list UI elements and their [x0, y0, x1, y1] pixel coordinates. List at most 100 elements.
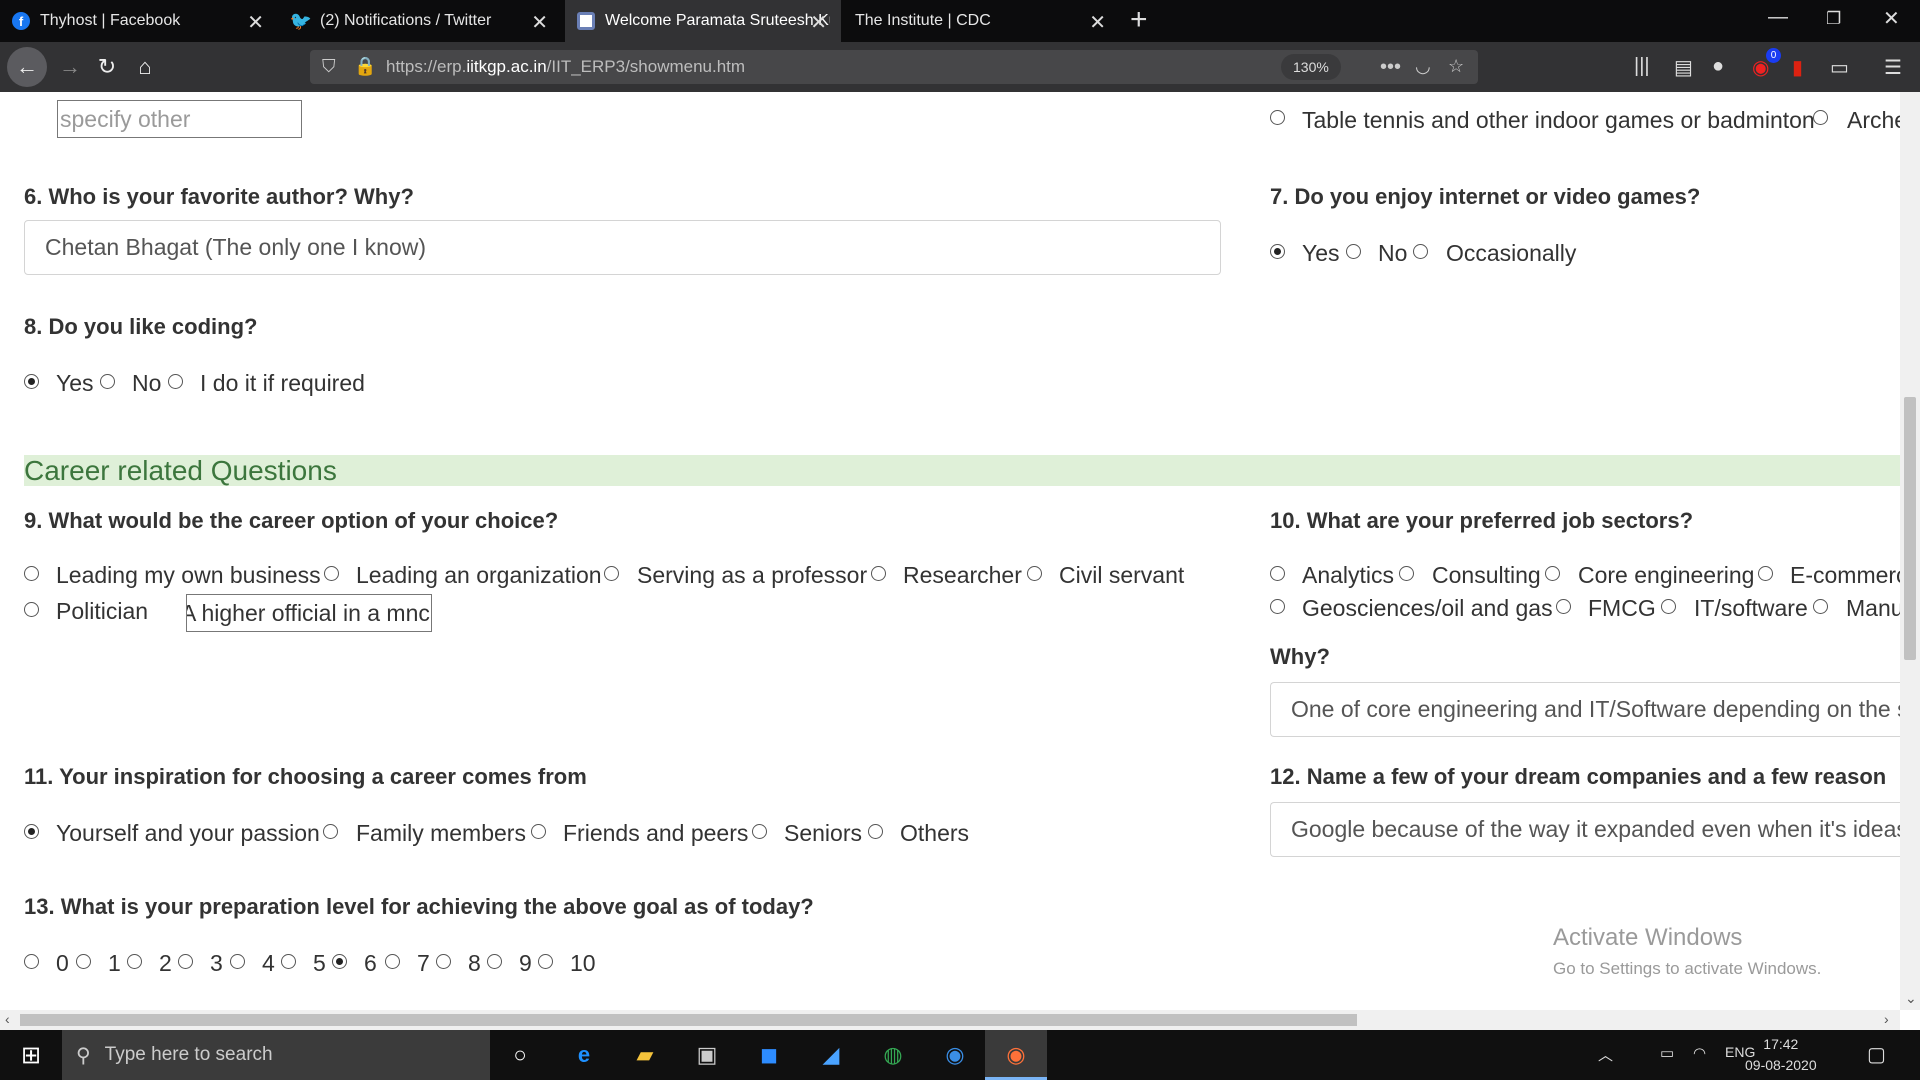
horizontal-scroll-thumb[interactable] [20, 1014, 1357, 1026]
option-label: 2 [159, 950, 172, 976]
radio-q10-manufacturing[interactable] [1813, 599, 1828, 614]
file-explorer-icon[interactable]: ▰ [630, 1040, 660, 1070]
option-label: Table tennis and other indoor games or b… [1302, 107, 1815, 133]
radio-q13-1[interactable] [76, 954, 91, 969]
radio-q10-analytics[interactable] [1270, 566, 1285, 581]
new-tab-icon[interactable]: + [1130, 3, 1148, 37]
taskbar-search[interactable]: ⚲ Type here to search [62, 1030, 490, 1080]
radio-q11-friends[interactable] [531, 824, 546, 839]
close-tab-icon[interactable]: ✕ [247, 10, 264, 35]
wifi-icon[interactable]: ◠ [1693, 1044, 1706, 1062]
radio-q10-fmcg[interactable] [1556, 599, 1571, 614]
horizontal-scrollbar[interactable]: ‹ › [0, 1010, 1900, 1030]
radio-q7-occasionally[interactable] [1413, 244, 1428, 259]
radio-q13-5[interactable] [281, 954, 296, 969]
radio-q13-7[interactable] [385, 954, 400, 969]
scroll-right-arrow-icon[interactable]: › [1884, 1011, 1889, 1027]
radio-sport-table-tennis[interactable] [1270, 110, 1285, 125]
close-tab-icon[interactable]: ✕ [810, 10, 827, 35]
dream-companies-input[interactable]: Google because of the way it expanded ev… [1270, 802, 1900, 857]
radio-q10-core-engineering[interactable] [1545, 566, 1560, 581]
terminal-icon[interactable]: ▣ [692, 1040, 722, 1070]
radio-q7-no[interactable] [1346, 244, 1361, 259]
career-other-input[interactable]: A higher official in a mnc [186, 594, 432, 632]
library-icon[interactable]: ||| [1634, 55, 1650, 78]
account-icon[interactable]: ● [1712, 55, 1724, 78]
clock[interactable]: 17:42 09-08-2020 [1745, 1034, 1817, 1076]
radio-q9-professor[interactable] [604, 566, 619, 581]
tray-chevron-icon[interactable]: ︿ [1598, 1044, 1613, 1065]
cortana-icon[interactable]: ○ [505, 1040, 535, 1070]
radio-q8-if-required[interactable] [168, 374, 183, 389]
minimize-icon[interactable]: — [1768, 6, 1788, 29]
tab-facebook[interactable]: f Thyhost | Facebook ✕ [0, 0, 278, 42]
zoom-level[interactable]: 130% [1281, 54, 1341, 80]
scroll-left-arrow-icon[interactable]: ‹ [5, 1011, 10, 1027]
radio-q9-politician[interactable] [24, 602, 39, 617]
radio-q8-no[interactable] [100, 374, 115, 389]
radio-q11-others[interactable] [868, 824, 883, 839]
radio-q13-10[interactable] [538, 954, 553, 969]
url-bar[interactable]: ⛉ 🔒 https://erp.iitkgp.ac.in/IIT_ERP3/sh… [310, 50, 1478, 84]
back-arrow-icon[interactable]: ← [7, 47, 47, 87]
action-center-icon[interactable]: ▢ [1867, 1042, 1886, 1067]
close-tab-icon[interactable]: ✕ [1089, 10, 1106, 35]
vertical-scroll-thumb[interactable] [1904, 397, 1916, 660]
home-icon[interactable]: ⌂ [128, 50, 162, 84]
notification-badge: 0 [1766, 48, 1781, 63]
radio-q11-family[interactable] [323, 824, 338, 839]
radio-q9-civil-servant[interactable] [1027, 566, 1042, 581]
question-11: 11. Your inspiration for choosing a care… [24, 764, 587, 789]
radio-q11-yourself[interactable] [24, 824, 39, 839]
tab-twitter[interactable]: 🐦 (2) Notifications / Twitter ✕ [280, 0, 562, 42]
radio-q10-geosciences[interactable] [1270, 599, 1285, 614]
tab-erp[interactable]: Welcome Paramata Sruteesh Ku ✕ [565, 0, 841, 42]
screenshot-icon[interactable]: ▭ [1830, 55, 1849, 80]
windows-start-icon[interactable]: ⊞ [16, 1040, 46, 1070]
job-sector-why-input[interactable]: One of core engineering and IT/Software … [1270, 682, 1900, 737]
firefox-dev-icon[interactable]: ◉ [940, 1040, 970, 1070]
radio-q13-8[interactable] [436, 954, 451, 969]
shield-icon[interactable]: ⛉ [322, 56, 336, 77]
radio-q10-ecommerce[interactable] [1758, 566, 1773, 581]
firefox-icon[interactable]: ◉ [1001, 1040, 1031, 1070]
radio-q13-9[interactable] [487, 954, 502, 969]
battery-icon[interactable]: ▭ [1660, 1044, 1674, 1062]
radio-q13-3[interactable] [178, 954, 193, 969]
chrome-icon[interactable]: ◍ [878, 1040, 908, 1070]
radio-q9-researcher[interactable] [871, 566, 886, 581]
vertical-scrollbar[interactable]: ⌄ [1900, 92, 1920, 1010]
reload-icon[interactable]: ↻ [90, 50, 124, 84]
specify-other-input[interactable]: specify other [57, 100, 302, 138]
edge-icon[interactable]: e [569, 1040, 599, 1070]
installer-icon[interactable]: ◢ [816, 1040, 846, 1070]
radio-q10-consulting[interactable] [1399, 566, 1414, 581]
close-tab-icon[interactable]: ✕ [531, 10, 548, 35]
radio-sport-archery[interactable] [1813, 110, 1828, 125]
radio-q11-seniors[interactable] [752, 824, 767, 839]
restore-icon[interactable]: ❐ [1826, 9, 1841, 29]
tab-cdc[interactable]: The Institute | CDC ✕ [843, 0, 1120, 42]
scroll-down-arrow-icon[interactable]: ⌄ [1905, 990, 1917, 1007]
forward-arrow-icon[interactable]: → [53, 50, 87, 84]
radio-q10-it-software[interactable] [1661, 599, 1676, 614]
radio-q8-yes[interactable] [24, 374, 39, 389]
pocket-icon[interactable]: ◡ [1415, 56, 1431, 77]
radio-q9-own-business[interactable] [24, 566, 39, 581]
menu-icon[interactable]: ☰ [1884, 55, 1902, 80]
lock-icon[interactable]: 🔒 [354, 56, 376, 77]
favorite-author-input[interactable]: Chetan Bhagat (The only one I know) [24, 220, 1221, 275]
radio-q13-0[interactable] [24, 954, 39, 969]
page-actions-icon[interactable]: ••• [1380, 56, 1401, 79]
sidebar-icon[interactable]: ▤ [1674, 55, 1693, 80]
pdf-extension-icon[interactable]: ▮ [1792, 55, 1803, 80]
radio-q9-lead-organization[interactable] [324, 566, 339, 581]
radio-q13-4[interactable] [230, 954, 245, 969]
tab-label: The Institute | CDC [855, 12, 991, 29]
radio-q7-yes[interactable] [1270, 244, 1285, 259]
close-window-icon[interactable]: ✕ [1883, 6, 1900, 31]
radio-q13-2[interactable] [127, 954, 142, 969]
radio-q13-6[interactable] [332, 954, 347, 969]
zoom-app-icon[interactable]: ◼ [754, 1040, 784, 1070]
bookmark-star-icon[interactable]: ☆ [1448, 56, 1464, 77]
